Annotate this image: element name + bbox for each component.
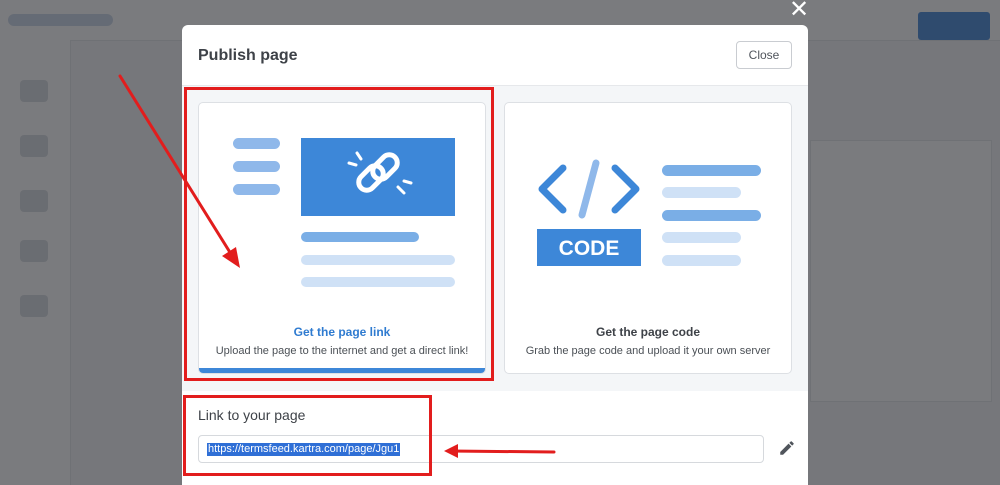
annotation-arrows [118, 74, 556, 458]
